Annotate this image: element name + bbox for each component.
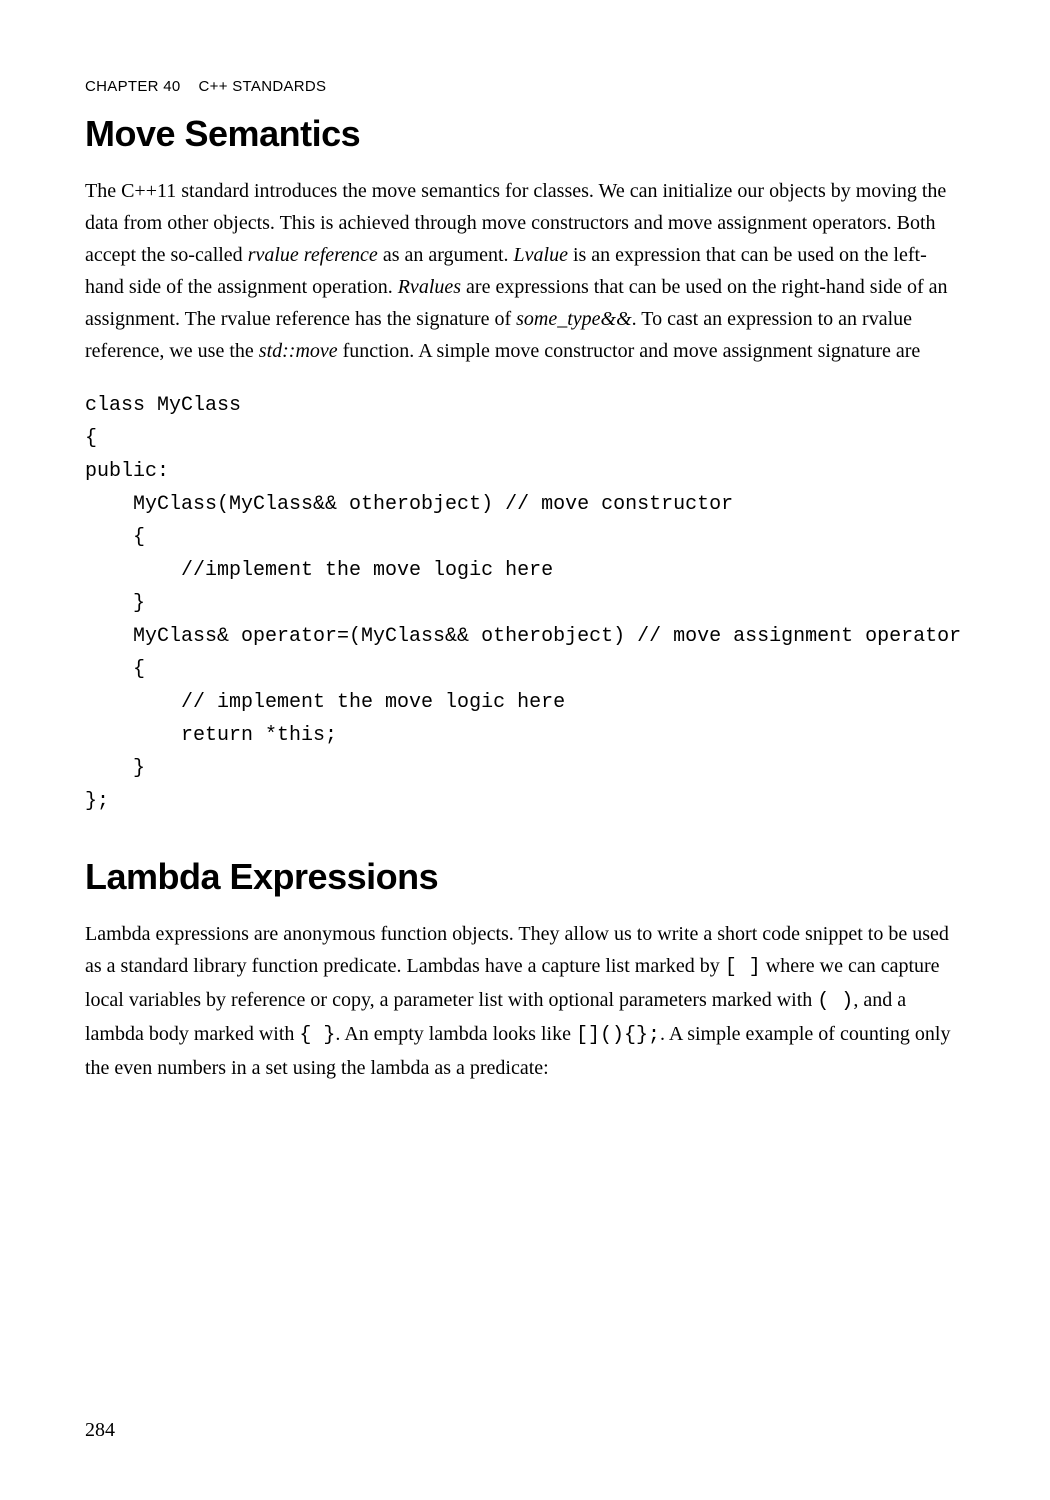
italic-text: Lvalue: [514, 244, 568, 266]
chapter-title: C++ STANDARDS: [199, 78, 327, 95]
chapter-header: CHAPTER 40 C++ STANDARDS: [85, 78, 965, 95]
mono-text: [](){};: [576, 1024, 660, 1047]
italic-text: Rvalues: [398, 276, 461, 298]
page-number: 284: [85, 1419, 115, 1442]
text: . An empty lambda looks like: [335, 1023, 576, 1045]
chapter-number: CHAPTER 40: [85, 78, 181, 95]
section-heading-move-semantics: Move Semantics: [85, 113, 965, 155]
mono-text: ( ): [817, 990, 853, 1013]
text: function. A simple move constructor and …: [338, 340, 921, 362]
italic-text: rvalue reference: [248, 244, 378, 266]
mono-text: { }: [299, 1024, 335, 1047]
paragraph-lambda-expressions: Lambda expressions are anonymous functio…: [85, 918, 965, 1084]
italic-text: some_type&&: [516, 308, 632, 330]
paragraph-move-semantics: The C++11 standard introduces the move s…: [85, 175, 965, 367]
section-heading-lambda-expressions: Lambda Expressions: [85, 856, 965, 898]
text: as an argument.: [378, 244, 514, 266]
mono-text: [ ]: [725, 956, 761, 979]
code-block-move-semantics: class MyClass { public: MyClass(MyClass&…: [85, 389, 965, 818]
italic-text: std::move: [259, 340, 338, 362]
